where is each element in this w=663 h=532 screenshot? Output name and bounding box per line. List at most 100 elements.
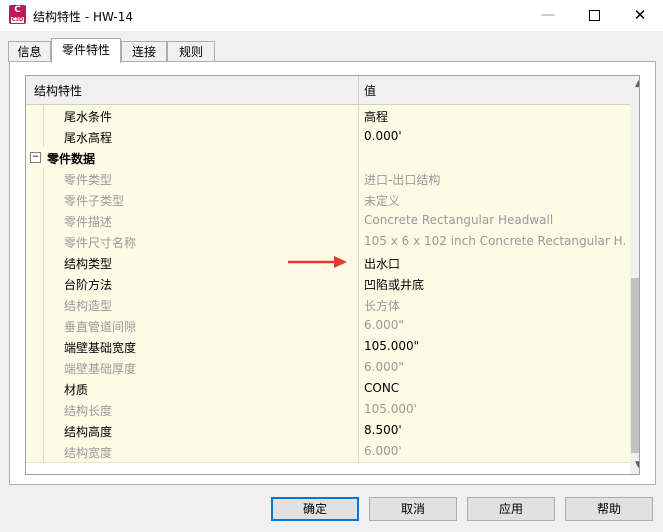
- column-divider: [358, 420, 359, 441]
- column-divider: [358, 147, 359, 168]
- row-indent-line: [43, 273, 44, 294]
- row-gutter: [26, 105, 43, 126]
- scroll-down-icon[interactable]: ▼: [630, 457, 639, 474]
- property-value[interactable]: 8.500': [364, 423, 626, 437]
- property-name: 材质: [64, 383, 89, 397]
- ok-button[interactable]: 确定: [271, 497, 359, 521]
- property-name: 零件描述: [64, 215, 113, 229]
- property-value: 105 x 6 x 102 inch Concrete Rectangular …: [364, 234, 626, 248]
- row-gutter: [26, 420, 43, 441]
- row-gutter: [26, 273, 43, 294]
- grid-row[interactable]: 台阶方法 凹陷或井底: [26, 273, 630, 295]
- grid-row[interactable]: 端壁基础宽度 105.000": [26, 336, 630, 358]
- maximize-button[interactable]: [571, 0, 617, 31]
- row-gutter: [26, 231, 43, 252]
- grid-row[interactable]: 零件子类型 未定义: [26, 189, 630, 211]
- row-gutter: [26, 399, 43, 420]
- row-gutter: [26, 168, 43, 189]
- column-divider: [358, 399, 359, 420]
- row-gutter: [26, 126, 43, 147]
- row-gutter: [26, 378, 43, 399]
- minimize-button[interactable]: —: [525, 0, 571, 31]
- app-icon-subtext: C3D: [11, 17, 24, 23]
- grid-row[interactable]: 结构长度 105.000': [26, 399, 630, 421]
- property-name: 结构类型: [64, 257, 113, 271]
- column-divider: [358, 168, 359, 189]
- apply-button[interactable]: 应用: [467, 497, 555, 521]
- grid-row[interactable]: 结构高度 8.500': [26, 420, 630, 442]
- property-value[interactable]: 凹陷或井底: [364, 276, 626, 293]
- header-property-name: 结构特性: [34, 84, 83, 98]
- row-indent-line: [43, 420, 44, 441]
- row-indent-line: [43, 315, 44, 336]
- property-name: 结构宽度: [64, 446, 113, 460]
- column-divider: [358, 252, 359, 273]
- property-name: 零件尺寸名称: [64, 236, 137, 250]
- property-value: 长方体: [364, 299, 401, 313]
- row-indent-line: [43, 399, 44, 420]
- property-value: 6.000": [364, 318, 404, 332]
- row-indent-line: [43, 105, 44, 126]
- grid-row[interactable]: 尾水高程 0.000': [26, 126, 630, 148]
- tab-panel: 结构特性 值 尾水条件 高程 尾水高程 0.000' − 零件数据 零件类型 进口-出口结构零…: [9, 61, 656, 485]
- maximize-icon: [588, 9, 600, 21]
- property-value[interactable]: 105.000": [364, 339, 626, 353]
- grid-row[interactable]: 结构造型 长方体: [26, 294, 630, 316]
- grid-row[interactable]: 尾水条件 高程: [26, 105, 630, 127]
- grid-row[interactable]: 结构宽度 6.000': [26, 441, 630, 463]
- grid-row[interactable]: 端壁基础厚度 6.000": [26, 357, 630, 379]
- property-name: 结构高度: [64, 425, 113, 439]
- grid-row[interactable]: 材质 CONC: [26, 378, 630, 400]
- row-indent-line: [43, 168, 44, 189]
- row-gutter: [26, 210, 43, 231]
- property-value: 105.000': [364, 402, 417, 416]
- cancel-button[interactable]: 取消: [369, 497, 457, 521]
- column-divider: [358, 378, 359, 399]
- grid-row[interactable]: 零件类型 进口-出口结构: [26, 168, 630, 190]
- property-value: Concrete Rectangular Headwall: [364, 213, 554, 227]
- close-icon: ✕: [633, 6, 647, 24]
- property-value[interactable]: 0.000': [364, 129, 626, 143]
- grid-row[interactable]: 零件尺寸名称 105 x 6 x 102 inch Concrete Rectan…: [26, 231, 630, 253]
- column-divider: [358, 357, 359, 378]
- column-divider: [358, 126, 359, 147]
- property-name: 零件数据: [47, 152, 96, 166]
- property-name: 尾水条件: [64, 110, 113, 124]
- row-gutter: [26, 315, 43, 336]
- row-indent-line: [43, 441, 44, 462]
- row-indent-line: [43, 294, 44, 315]
- property-name: 零件子类型: [64, 194, 125, 208]
- tab-part-properties[interactable]: 零件特性: [51, 38, 121, 63]
- tab-connections[interactable]: 连接: [121, 41, 167, 62]
- close-button[interactable]: ✕: [617, 0, 663, 31]
- column-divider: [358, 441, 359, 462]
- property-value[interactable]: 高程: [364, 108, 626, 125]
- collapse-icon[interactable]: −: [30, 152, 41, 163]
- header-value: 值: [364, 84, 377, 98]
- row-indent-line: [43, 189, 44, 210]
- help-button[interactable]: 帮助: [565, 497, 653, 521]
- tab-rules[interactable]: 规则: [167, 41, 215, 62]
- row-gutter: [26, 294, 43, 315]
- column-divider: [358, 189, 359, 210]
- grid-row[interactable]: 零件描述 Concrete Rectangular Headwall: [26, 210, 630, 232]
- tab-info[interactable]: 信息: [8, 41, 51, 62]
- scroll-thumb[interactable]: [631, 278, 639, 453]
- property-value[interactable]: 出水口: [364, 255, 626, 272]
- property-name: 端壁基础厚度: [64, 362, 137, 376]
- grid-section-row[interactable]: − 零件数据: [26, 147, 630, 169]
- scroll-up-icon[interactable]: ▲: [630, 76, 639, 93]
- app-icon-letter: C: [14, 5, 21, 15]
- row-gutter: [26, 336, 43, 357]
- property-name: 结构长度: [64, 404, 113, 418]
- row-gutter: [26, 189, 43, 210]
- property-value[interactable]: CONC: [364, 381, 626, 395]
- grid-row[interactable]: 垂直管道间隙 6.000": [26, 315, 630, 337]
- header-separator[interactable]: [358, 76, 359, 104]
- row-indent-line: [43, 252, 44, 273]
- property-value: 进口-出口结构: [364, 173, 441, 187]
- minimize-icon: —: [541, 7, 555, 23]
- vertical-scrollbar[interactable]: ▲ ▼: [630, 76, 639, 474]
- property-name: 垂直管道间隙: [64, 320, 137, 334]
- property-value: 6.000': [364, 444, 402, 458]
